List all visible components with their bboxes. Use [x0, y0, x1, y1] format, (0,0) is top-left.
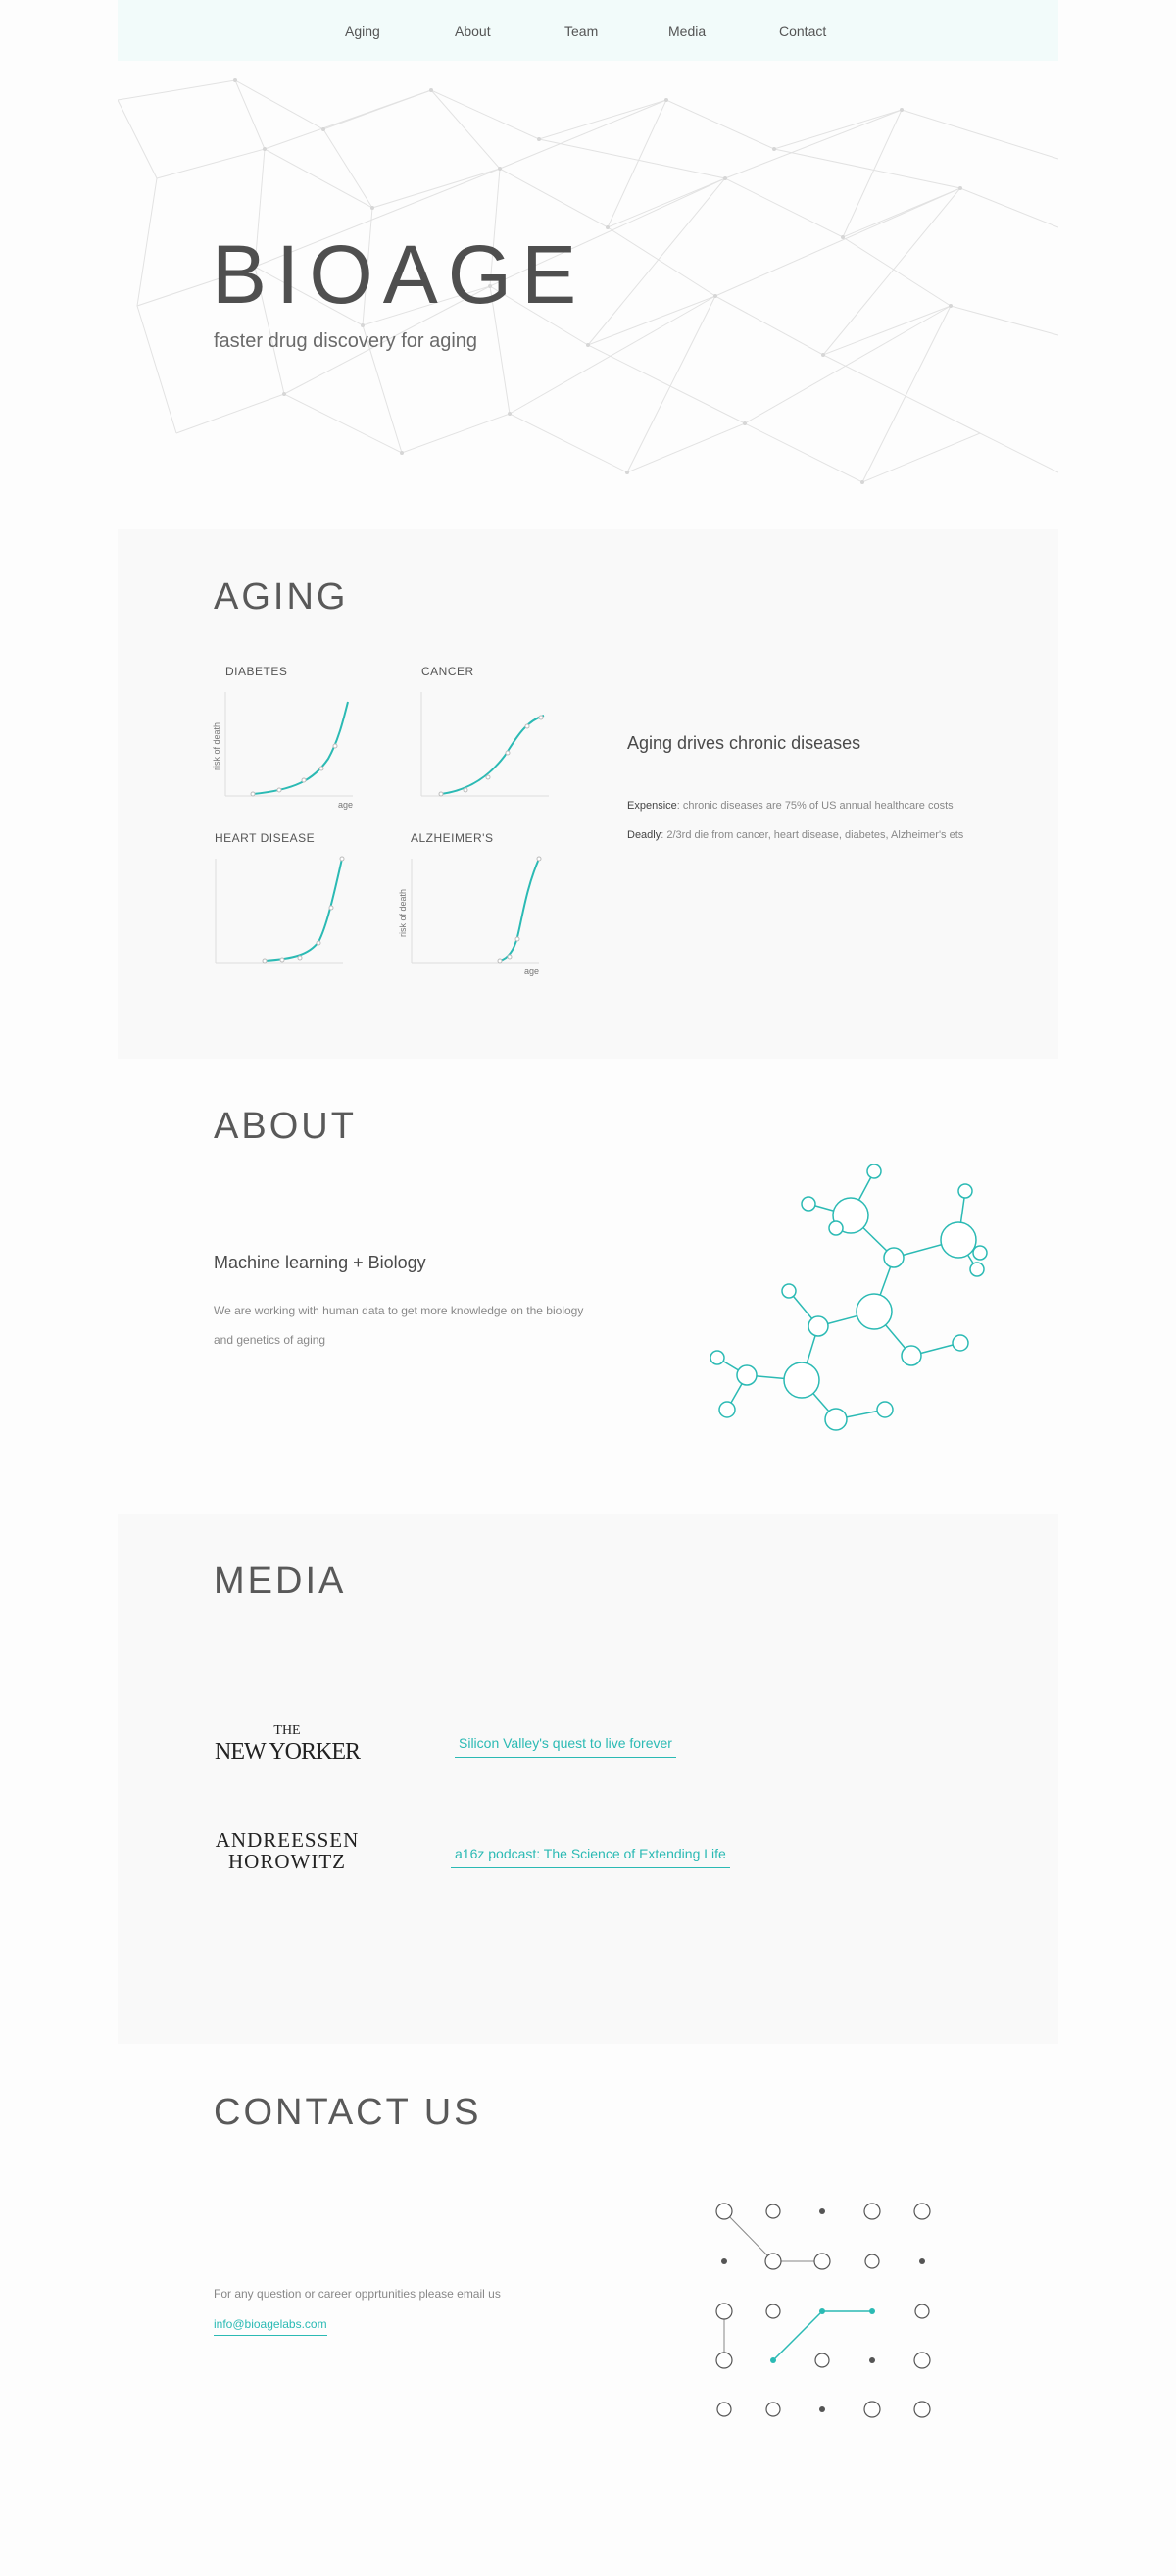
- nav-link-aging[interactable]: Aging: [345, 24, 380, 39]
- chart-alzheimers-ylabel: risk of death: [398, 889, 408, 937]
- about-heading: Machine learning + Biology: [214, 1253, 426, 1272]
- chart-heart-disease: [215, 856, 345, 964]
- contact-email-link[interactable]: info@bioagelabs.com: [214, 2317, 327, 2336]
- hero-section: BIOAGE faster drug discovery for aging: [118, 61, 1058, 529]
- aging-fact-deadly: Deadly: 2/3rd die from cancer, heart dis…: [627, 829, 963, 841]
- nav-link-team[interactable]: Team: [564, 24, 598, 39]
- aging-fact-expensive-label: Expensice: [627, 800, 677, 812]
- chart-label-alzheimers: ALZHEIMER'S: [411, 831, 494, 845]
- aging-fact-expensive-text: : chronic diseases are 75% of US annual …: [676, 800, 954, 812]
- chart-alzheimers: risk of death age: [398, 856, 542, 976]
- about-text: We are working with human data to get mo…: [214, 1304, 584, 1347]
- chart-cancer: [420, 692, 549, 797]
- top-nav: Aging About Team Media Contact: [118, 0, 1058, 61]
- dot-grid-illustration: [715, 2203, 931, 2418]
- new-yorker-logo-main: NEW YORKER: [215, 1739, 361, 1764]
- new-yorker-logo-top: THE: [273, 1723, 301, 1738]
- chart-cancer-points: [438, 715, 544, 797]
- chart-heart-disease-points: [262, 856, 345, 964]
- nav-link-contact[interactable]: Contact: [779, 24, 826, 39]
- about-title: ABOUT: [214, 1106, 357, 1147]
- a16z-logo-main: HOROWITZ: [228, 1850, 346, 1873]
- molecule-illustration: [710, 1164, 988, 1431]
- bioage-logo: BIOAGE: [212, 228, 587, 321]
- chart-diabetes-curve: [252, 701, 349, 795]
- nav-link-media[interactable]: Media: [668, 24, 706, 39]
- chart-diabetes: risk of death age: [212, 692, 353, 810]
- aging-fact-expensive: Expensice: chronic diseases are 75% of U…: [627, 800, 954, 812]
- media-title: MEDIA: [214, 1560, 347, 1602]
- aging-fact-deadly-label: Deadly: [627, 829, 662, 841]
- chart-label-diabetes: DIABETES: [225, 665, 288, 678]
- chart-diabetes-xlabel: age: [338, 800, 353, 810]
- chart-alzheimers-xlabel: age: [524, 966, 539, 976]
- aging-fact-deadly-text: : 2/3rd die from cancer, heart disease, …: [661, 829, 964, 841]
- contact-text: For any question or career opprtunities …: [214, 2287, 501, 2301]
- chart-label-heart-disease: HEART DISEASE: [215, 831, 316, 845]
- chart-diabetes-points: [250, 743, 338, 797]
- aging-title: AGING: [214, 576, 349, 618]
- aging-heading: Aging drives chronic diseases: [627, 733, 861, 753]
- media-link-a16z[interactable]: a16z podcast: The Science of Extending L…: [451, 1846, 730, 1868]
- chart-label-cancer: CANCER: [421, 665, 474, 678]
- contact-title: CONTACT US: [214, 2092, 482, 2133]
- andreessen-horowitz-logo: ANDREESSEN HOROWITZ: [214, 1829, 361, 1872]
- media-link-new-yorker[interactable]: Silicon Valley's quest to live forever: [455, 1735, 676, 1758]
- new-yorker-logo: THE NEW YORKER: [214, 1723, 361, 1765]
- a16z-logo-top: ANDREESSEN: [215, 1828, 360, 1852]
- chart-alzheimers-curve: [499, 858, 540, 962]
- hero-tagline: faster drug discovery for aging: [214, 330, 478, 352]
- nav-link-about[interactable]: About: [455, 24, 491, 39]
- chart-diabetes-ylabel: risk of death: [212, 722, 221, 770]
